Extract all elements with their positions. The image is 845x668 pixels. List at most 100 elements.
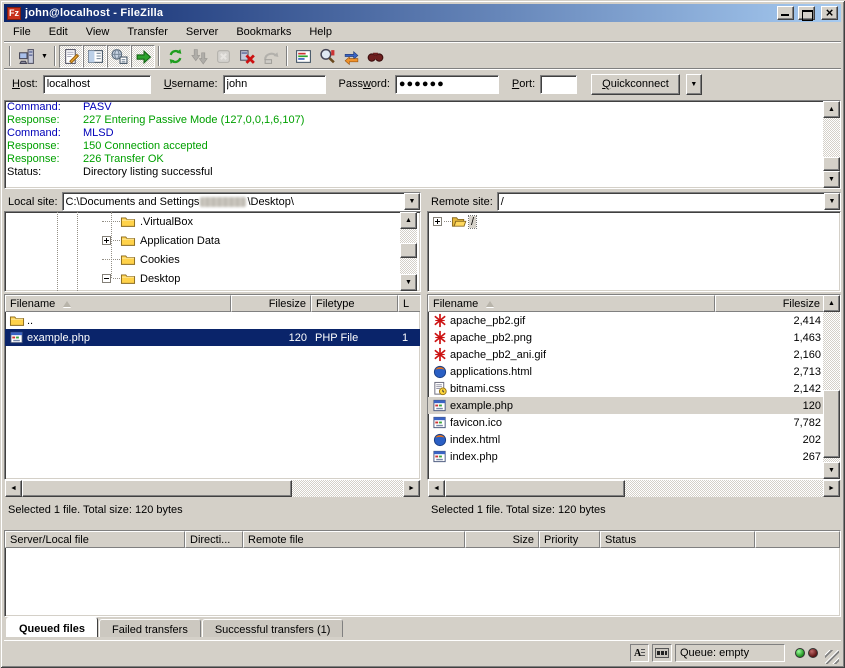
username-input[interactable] (223, 75, 326, 94)
tree-item-label[interactable]: Cookies (138, 254, 182, 266)
scrollbar-thumb[interactable] (823, 157, 840, 171)
column-header-filesize[interactable]: Filesize (231, 295, 311, 312)
tree-item--virtualbox[interactable]: .VirtualBox (5, 212, 420, 231)
scroll-left-button[interactable] (5, 480, 22, 497)
column-header-filesize[interactable]: Filesize (715, 295, 825, 312)
tree-item-label[interactable]: Application Data (138, 235, 222, 247)
synchronized-browsing-button[interactable] (339, 45, 363, 68)
password-input[interactable] (395, 75, 499, 94)
disconnect-button[interactable] (235, 45, 259, 68)
tab-successful-transfers-1-[interactable]: Successful transfers (1) (202, 619, 344, 637)
refresh-button[interactable] (163, 45, 187, 68)
scroll-down-button[interactable] (823, 462, 840, 479)
log-line: Response:150 Connection accepted (5, 140, 840, 153)
expand-icon[interactable] (102, 236, 111, 245)
file-row-index-html[interactable]: index.html202 (428, 431, 840, 448)
local-site-dropdown-button[interactable] (404, 193, 420, 210)
column-header-filename[interactable]: Filename (428, 295, 715, 312)
file-row-applications-html[interactable]: applications.html2,713 (428, 363, 840, 380)
menu-help[interactable]: Help (300, 24, 341, 40)
resize-grip[interactable] (825, 650, 839, 664)
tree-item-label[interactable]: .VirtualBox (138, 216, 195, 228)
queue-column-server-local-file[interactable]: Server/Local file (5, 531, 185, 548)
column-header-l[interactable]: L (398, 295, 421, 312)
menu-bookmarks[interactable]: Bookmarks (227, 24, 300, 40)
menu-file[interactable]: File (4, 24, 40, 40)
scroll-right-button[interactable] (403, 480, 420, 497)
file-row-example-php[interactable]: example.php120 (428, 397, 840, 414)
queue-column-status[interactable]: Status (600, 531, 755, 548)
file-row-favicon-ico[interactable]: favicon.ico7,782 (428, 414, 840, 431)
port-input[interactable] (540, 75, 577, 94)
column-header-filetype[interactable]: Filetype (311, 295, 398, 312)
queue-column-directi-[interactable]: Directi... (185, 531, 243, 548)
local-tree-scrollbar[interactable] (400, 212, 417, 291)
menu-server[interactable]: Server (177, 24, 227, 40)
scroll-up-button[interactable] (400, 212, 417, 229)
menu-edit[interactable]: Edit (40, 24, 77, 40)
scroll-right-button[interactable] (823, 480, 840, 497)
site-manager-button[interactable] (14, 45, 38, 68)
menu-view[interactable]: View (77, 24, 119, 40)
tree-connector (102, 259, 120, 260)
scrollbar-thumb[interactable] (400, 243, 417, 258)
close-button[interactable] (821, 6, 838, 20)
menubar: FileEditViewTransferServerBookmarksHelp (4, 23, 841, 41)
scroll-up-button[interactable] (823, 101, 840, 118)
tab-queued-files[interactable]: Queued files (6, 617, 98, 637)
maximize-button[interactable] (798, 6, 815, 20)
tree-item-label[interactable]: Desktop (138, 273, 182, 285)
scrollbar-thumb[interactable] (445, 480, 625, 497)
queue-column-empty[interactable] (755, 531, 840, 548)
scrollbar-thumb[interactable] (823, 390, 840, 458)
file-row-bitnami-css[interactable]: bitnami.css2,142 (428, 380, 840, 397)
directory-comparison-button[interactable] (315, 45, 339, 68)
tree-item-application-data[interactable]: Application Data (5, 231, 420, 250)
tree-item-label[interactable]: / (469, 216, 476, 228)
log-scrollbar[interactable] (823, 101, 840, 188)
column-header-filename[interactable]: Filename (5, 295, 231, 312)
remote-vscrollbar[interactable] (823, 295, 840, 479)
tree-item-desktop[interactable]: Desktop (5, 269, 420, 288)
quickconnect-dropdown-button[interactable] (686, 74, 702, 95)
toggle-local-tree-button[interactable] (83, 45, 107, 68)
tab-failed-transfers[interactable]: Failed transfers (99, 619, 201, 637)
expand-icon[interactable] (433, 217, 442, 226)
remote-site-dropdown-button[interactable] (824, 193, 840, 210)
scroll-up-button[interactable] (823, 295, 840, 312)
local-site-combobox[interactable]: C:\Documents and Settings\Desktop\ (62, 192, 421, 211)
scroll-down-button[interactable] (823, 171, 840, 188)
find-files-button[interactable] (363, 45, 387, 68)
minimize-button[interactable] (777, 6, 794, 20)
scroll-left-button[interactable] (428, 480, 445, 497)
queue-column-priority[interactable]: Priority (539, 531, 600, 548)
file-cell-size: 2,713 (715, 366, 825, 378)
remote-file-list: FilenameFilesize apache_pb2.gif2,414apac… (427, 294, 841, 480)
remote-hscrollbar[interactable] (428, 480, 840, 497)
scroll-down-button[interactable] (400, 274, 417, 291)
local-hscrollbar[interactable] (5, 480, 420, 497)
toggle-message-log-button[interactable] (59, 45, 83, 68)
scrollbar-thumb[interactable] (22, 480, 292, 497)
filename-filters-button[interactable] (291, 45, 315, 68)
toggle-transfer-queue-button[interactable] (131, 45, 155, 68)
queue-column-remote-file[interactable]: Remote file (243, 531, 465, 548)
file-row-example-php[interactable]: example.php120PHP File1 (5, 329, 420, 346)
toggle-remote-tree-button[interactable] (107, 45, 131, 68)
quickconnect-button[interactable]: Quickconnect (591, 74, 680, 95)
queue-column-size[interactable]: Size (465, 531, 539, 548)
file-cell-name: index.php (428, 449, 715, 464)
host-input[interactable] (43, 75, 151, 94)
tree-item--[interactable]: / (428, 212, 840, 231)
remote-site-combobox[interactable]: / (497, 192, 841, 211)
menu-transfer[interactable]: Transfer (118, 24, 177, 40)
file-row--[interactable]: .. (5, 312, 420, 329)
file-row-apache-pb2-ani-gif[interactable]: apache_pb2_ani.gif2,160 (428, 346, 840, 363)
tree-item-cookies[interactable]: Cookies (5, 250, 420, 269)
file-row-apache-pb2-gif[interactable]: apache_pb2.gif2,414 (428, 312, 840, 329)
collapse-icon[interactable] (102, 274, 111, 283)
site-manager-dropdown-button[interactable] (38, 45, 51, 68)
file-row-apache-pb2-png[interactable]: apache_pb2.png1,463 (428, 329, 840, 346)
file-name: example.php (450, 400, 513, 412)
file-row-index-php[interactable]: index.php267 (428, 448, 840, 465)
